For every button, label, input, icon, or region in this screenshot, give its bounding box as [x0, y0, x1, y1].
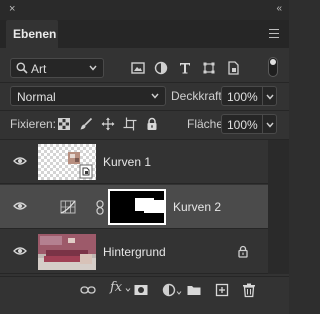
- chevron-down-icon[interactable]: [176, 290, 182, 296]
- delete-layer-trash-icon[interactable]: [241, 282, 257, 298]
- layer-name[interactable]: Kurven 2: [173, 200, 221, 214]
- opacity-dropdown-button[interactable]: [263, 86, 277, 106]
- eye-icon[interactable]: [13, 156, 27, 166]
- layer-row-hintergrund[interactable]: Hintergrund: [0, 230, 268, 274]
- layer-row-kurven-2[interactable]: Kurven 2: [0, 185, 268, 229]
- add-mask-icon[interactable]: [133, 282, 149, 298]
- tab-layers[interactable]: Ebenen: [6, 20, 58, 48]
- chevron-down-icon: [151, 93, 159, 99]
- lock-label: Fixieren:: [10, 117, 57, 131]
- layer-name[interactable]: Hintergrund: [103, 245, 166, 259]
- layer-row-kurven-1[interactable]: Kurven 1: [0, 140, 268, 184]
- image-filter-icon[interactable]: [130, 60, 146, 76]
- search-icon: [16, 62, 28, 74]
- panel-tab-bar: Ebenen: [0, 20, 289, 48]
- eye-icon[interactable]: [13, 201, 27, 211]
- chevron-down-icon: [89, 65, 97, 71]
- add-layer-style-icon[interactable]: fx: [110, 280, 122, 295]
- lock-pixels-brush-icon[interactable]: [79, 117, 93, 131]
- chain-link-icon[interactable]: [96, 200, 104, 215]
- chevron-down-icon: [266, 122, 274, 128]
- adjustment-filter-icon[interactable]: [153, 60, 169, 76]
- shape-filter-icon[interactable]: [201, 60, 217, 76]
- lock-position-move-icon[interactable]: [101, 117, 115, 131]
- tab-layers-label: Ebenen: [13, 27, 57, 41]
- new-layer-icon[interactable]: [214, 282, 230, 298]
- fill-input[interactable]: 100%: [221, 114, 263, 134]
- layer-locked-icon[interactable]: [237, 245, 249, 258]
- panel-menu-icon[interactable]: [269, 29, 279, 38]
- lock-artboard-icon[interactable]: [123, 117, 137, 131]
- blend-mode-select[interactable]: Normal: [10, 86, 166, 106]
- fill-value: 100%: [227, 118, 258, 132]
- divider: [0, 82, 289, 83]
- chevron-down-icon[interactable]: [125, 287, 131, 293]
- close-panel-icon[interactable]: ×: [9, 3, 15, 15]
- layer-name[interactable]: Kurven 1: [103, 155, 151, 169]
- smartobject-filter-icon[interactable]: [225, 60, 241, 76]
- layer-mask-thumbnail[interactable]: [108, 189, 166, 225]
- chevron-down-icon: [266, 94, 274, 100]
- curves-adjustment-icon: [60, 200, 76, 214]
- opacity-value: 100%: [227, 90, 258, 104]
- opacity-input[interactable]: 100%: [221, 86, 263, 106]
- fill-dropdown-button[interactable]: [263, 114, 277, 134]
- lock-all-icon[interactable]: [145, 117, 159, 131]
- eye-icon[interactable]: [13, 246, 27, 256]
- layer-filter-select[interactable]: Art: [10, 58, 104, 78]
- layer-filter-value: Art: [31, 62, 47, 76]
- link-layers-icon[interactable]: [80, 282, 96, 298]
- lock-transparency-icon[interactable]: [57, 117, 71, 131]
- blend-mode-value: Normal: [17, 90, 56, 104]
- divider: [0, 110, 289, 111]
- new-group-folder-icon[interactable]: [186, 282, 202, 298]
- opacity-label: Deckkraft:: [171, 89, 226, 103]
- layer-thumbnail-smart-object: [38, 144, 96, 180]
- panel-top-strip: × «: [0, 0, 289, 20]
- layer-thumbnail-background-photo: [38, 234, 96, 270]
- filter-toggle-switch[interactable]: [268, 57, 278, 77]
- new-adjustment-layer-icon[interactable]: [161, 282, 177, 298]
- collapse-panel-icon[interactable]: «: [276, 3, 281, 14]
- type-filter-icon[interactable]: [177, 60, 193, 76]
- layers-scrollbar[interactable]: [268, 140, 289, 274]
